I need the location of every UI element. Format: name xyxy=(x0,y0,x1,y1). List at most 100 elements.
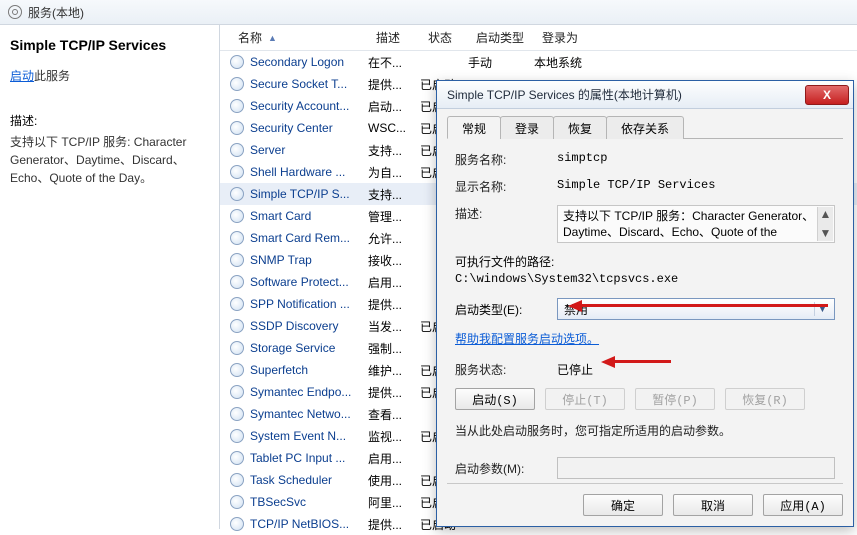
stop-button: 停止(T) xyxy=(545,388,625,410)
col-desc[interactable]: 描述 xyxy=(368,25,420,50)
service-icon xyxy=(230,495,244,509)
service-icon xyxy=(230,121,244,135)
cell-name: Tablet PC Input ... xyxy=(250,451,368,465)
service-icon xyxy=(230,231,244,245)
start-link[interactable]: 启动 xyxy=(10,69,34,83)
desc-textarea[interactable]: 支持以下 TCP/IP 服务：Character Generator、Dayti… xyxy=(557,205,835,243)
service-icon xyxy=(230,77,244,91)
service-icon xyxy=(230,253,244,267)
service-icon xyxy=(230,341,244,355)
cell-name: Smart Card xyxy=(250,209,368,223)
cell-desc: 提供... xyxy=(368,516,420,533)
service-icon xyxy=(230,319,244,333)
service-icon xyxy=(230,275,244,289)
dialog-title-text: Simple TCP/IP Services 的属性(本地计算机) xyxy=(447,86,805,103)
desc-text: 支持以下 TCP/IP 服务: Character Generator、Dayt… xyxy=(10,133,209,187)
service-icon xyxy=(230,209,244,223)
cell-desc: 在不... xyxy=(368,54,420,71)
desc-scrollbar[interactable]: ▲▼ xyxy=(817,207,833,241)
service-icon xyxy=(230,363,244,377)
tab-recovery[interactable]: 恢复 xyxy=(553,116,607,139)
service-icon xyxy=(230,55,244,69)
cell-desc: 维护... xyxy=(368,362,420,379)
help-link[interactable]: 帮助我配置服务启动选项。 xyxy=(455,330,599,347)
address-bar: 服务(本地) xyxy=(0,0,857,25)
service-name-value: simptcp xyxy=(557,151,835,165)
starttype-value: 禁用 xyxy=(564,301,588,318)
cell-desc: 提供... xyxy=(368,296,420,313)
cell-name: Smart Card Rem... xyxy=(250,231,368,245)
desc-value: 支持以下 TCP/IP 服务：Character Generator、Dayti… xyxy=(563,209,814,239)
cell-name: Secure Socket T... xyxy=(250,77,368,91)
cell-name: System Event N... xyxy=(250,429,368,443)
display-name-label: 显示名称: xyxy=(455,178,557,195)
start-info-text: 当从此处启动服务时，您可指定所适用的启动参数。 xyxy=(455,422,835,439)
desc-label: 描述: xyxy=(455,205,557,222)
general-pane: 服务名称: simptcp 显示名称: Simple TCP/IP Servic… xyxy=(447,139,843,483)
start-param-label: 启动参数(M): xyxy=(455,460,557,477)
apply-button[interactable]: 应用(A) xyxy=(763,494,843,516)
cell-desc: 使用... xyxy=(368,472,420,489)
cell-desc: 当发... xyxy=(368,318,420,335)
close-button[interactable]: X xyxy=(805,85,849,105)
sort-asc-icon: ▲ xyxy=(268,33,277,43)
cell-desc: 允许... xyxy=(368,230,420,247)
cell-desc: 启用... xyxy=(368,450,420,467)
service-state-label: 服务状态: xyxy=(455,361,557,378)
starttype-dropdown[interactable]: 禁用 ▼ xyxy=(557,298,835,320)
cell-desc: 查看... xyxy=(368,406,420,423)
service-icon xyxy=(230,473,244,487)
service-state-value: 已停止 xyxy=(557,361,593,378)
col-logon[interactable]: 登录为 xyxy=(534,25,594,50)
service-row[interactable]: Secondary Logon在不... 手动本地系统 xyxy=(220,51,857,73)
col-name[interactable]: 名称▲ xyxy=(230,25,368,50)
cell-name: SPP Notification ... xyxy=(250,297,368,311)
cell-name: Security Center xyxy=(250,121,368,135)
cell-desc: 提供... xyxy=(368,76,420,93)
col-starttype[interactable]: 启动类型 xyxy=(468,25,534,50)
cell-logon: 本地系统 xyxy=(534,54,594,71)
service-icon xyxy=(230,297,244,311)
cell-desc: 接收... xyxy=(368,252,420,269)
cell-desc: 为自... xyxy=(368,164,420,181)
cancel-button[interactable]: 取消 xyxy=(673,494,753,516)
tab-general[interactable]: 常规 xyxy=(447,116,501,139)
cell-name: Security Account... xyxy=(250,99,368,113)
cell-name: TBSecSvc xyxy=(250,495,368,509)
cell-name: Secondary Logon xyxy=(250,55,368,69)
exe-path-label: 可执行文件的路径: xyxy=(455,253,835,270)
dropdown-arrow-icon: ▼ xyxy=(814,302,830,316)
tabs: 常规 登录 恢复 依存关系 xyxy=(447,115,843,139)
tab-logon[interactable]: 登录 xyxy=(500,116,554,139)
dialog-footer: 确定 取消 应用(A) xyxy=(447,483,843,516)
start-button[interactable]: 启动(S) xyxy=(455,388,535,410)
start-link-suffix: 此服务 xyxy=(34,69,70,83)
properties-dialog: Simple TCP/IP Services 的属性(本地计算机) X 常规 登… xyxy=(436,80,854,527)
service-icon xyxy=(230,407,244,421)
service-icon xyxy=(230,187,244,201)
ok-button[interactable]: 确定 xyxy=(583,494,663,516)
service-name-label: 服务名称: xyxy=(455,151,557,168)
col-state[interactable]: 状态 xyxy=(420,25,468,50)
desc-heading: 描述: xyxy=(10,112,209,129)
exe-path-value: C:\windows\System32\tcpsvcs.exe xyxy=(455,272,835,286)
starttype-label: 启动类型(E): xyxy=(455,301,557,318)
service-icon xyxy=(230,451,244,465)
cell-desc: 启用... xyxy=(368,274,420,291)
cell-name: Server xyxy=(250,143,368,157)
cell-desc: WSC... xyxy=(368,121,420,135)
selected-service-title: Simple TCP/IP Services xyxy=(10,37,209,53)
cell-start: 手动 xyxy=(468,54,534,71)
cell-desc: 监视... xyxy=(368,428,420,445)
service-icon xyxy=(230,99,244,113)
cell-desc: 支持... xyxy=(368,186,420,203)
service-icon xyxy=(230,429,244,443)
cell-name: Shell Hardware ... xyxy=(250,165,368,179)
tab-dependencies[interactable]: 依存关系 xyxy=(606,116,684,139)
dialog-titlebar[interactable]: Simple TCP/IP Services 的属性(本地计算机) X xyxy=(437,81,853,109)
detail-pane: Simple TCP/IP Services 启动此服务 描述: 支持以下 TC… xyxy=(0,25,220,529)
cell-name: Software Protect... xyxy=(250,275,368,289)
cell-name: SSDP Discovery xyxy=(250,319,368,333)
address-text: 服务(本地) xyxy=(28,4,84,21)
cell-name: Symantec Endpo... xyxy=(250,385,368,399)
